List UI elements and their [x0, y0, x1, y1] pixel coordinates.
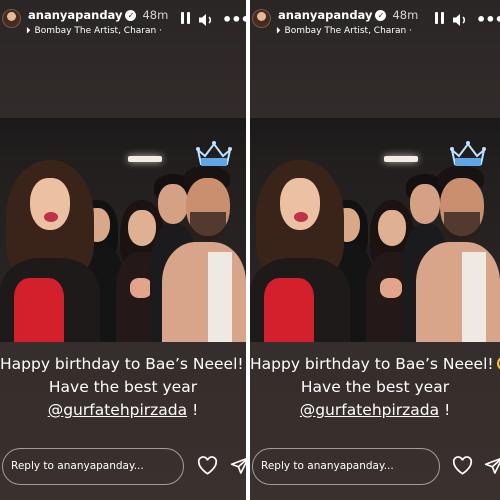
caption-suffix: ! [187, 401, 199, 419]
crown-birthday-sticker[interactable] [196, 140, 232, 170]
username[interactable]: ananyapanday ✓ 48m [278, 8, 418, 22]
person-front-right [162, 166, 246, 342]
send-icon[interactable] [230, 456, 246, 475]
caption-line-1: Happy birthday to Bae’s Neeel! [250, 355, 494, 373]
send-icon[interactable] [484, 456, 500, 475]
pause-icon[interactable] [432, 12, 448, 26]
post-time: 48m [142, 8, 169, 22]
music-info[interactable]: ⏵ Bombay The Artist, Charan · [276, 26, 412, 36]
music-text: Bombay The Artist, Charan · [284, 26, 412, 36]
more-icon[interactable]: ••• [476, 10, 500, 29]
heart-icon[interactable] [197, 456, 218, 475]
person-front-right [416, 166, 500, 342]
caption-line-1: Happy birthday to Bae’s Neeel! [0, 355, 244, 373]
caption-line-2: Have the best year [48, 378, 198, 396]
speaker-icon[interactable] [452, 12, 468, 26]
mention-link[interactable]: @gurfatehpirzada [300, 401, 439, 419]
story-photo [0, 118, 246, 342]
person-front-left [0, 160, 100, 342]
story-caption: Happy birthday to Bae’s Neeel!1 Have the… [0, 353, 246, 422]
heart-icon[interactable] [452, 456, 473, 475]
verified-icon: ✓ [125, 10, 137, 21]
music-text: Bombay The Artist, Charan · [34, 26, 162, 36]
username[interactable]: ananyapanday ✓ 48m [28, 8, 168, 22]
crown-birthday-sticker[interactable] [450, 140, 486, 170]
username-text[interactable]: ananyapanday [278, 8, 372, 22]
caption-line-2: Have the best year [300, 378, 450, 396]
music-icon: ⏵ [276, 26, 281, 36]
story-panel-right: ananyapanday ✓ 48m ⏵ Bombay The Artist, Cha… [250, 0, 500, 500]
cabin-light [384, 156, 418, 162]
cabin-light [128, 156, 162, 162]
mention-link[interactable]: @gurfatehpirzada [48, 401, 187, 419]
story-panel-left: ananyapanday ✓ 48m ⏵ Bombay The Artist, Cha… [0, 0, 246, 500]
story-caption: Happy birthday to Bae’s Neeel!1 Have the… [250, 353, 500, 422]
reply-input[interactable]: Reply to ananyapanday... [252, 448, 440, 485]
story-photo [250, 118, 500, 342]
nerd-face-emoji-icon [496, 356, 500, 371]
avatar[interactable] [2, 9, 21, 28]
avatar[interactable] [252, 9, 271, 28]
pause-icon[interactable] [178, 12, 194, 26]
reply-input[interactable]: Reply to ananyapanday... [2, 448, 184, 485]
music-info[interactable]: ⏵ Bombay The Artist, Charan · [26, 26, 162, 36]
music-icon: ⏵ [26, 26, 31, 36]
person-front-left [250, 160, 350, 342]
post-time: 48m [392, 8, 419, 22]
speaker-icon[interactable] [198, 12, 214, 26]
more-icon[interactable]: ••• [222, 10, 246, 29]
caption-suffix: ! [439, 401, 451, 419]
story-header: ananyapanday ✓ 48m ⏵ Bombay The Artist, Cha… [250, 6, 500, 46]
username-text[interactable]: ananyapanday [28, 8, 122, 22]
story-header: ananyapanday ✓ 48m ⏵ Bombay The Artist, Cha… [0, 6, 246, 46]
verified-icon: ✓ [375, 10, 387, 21]
